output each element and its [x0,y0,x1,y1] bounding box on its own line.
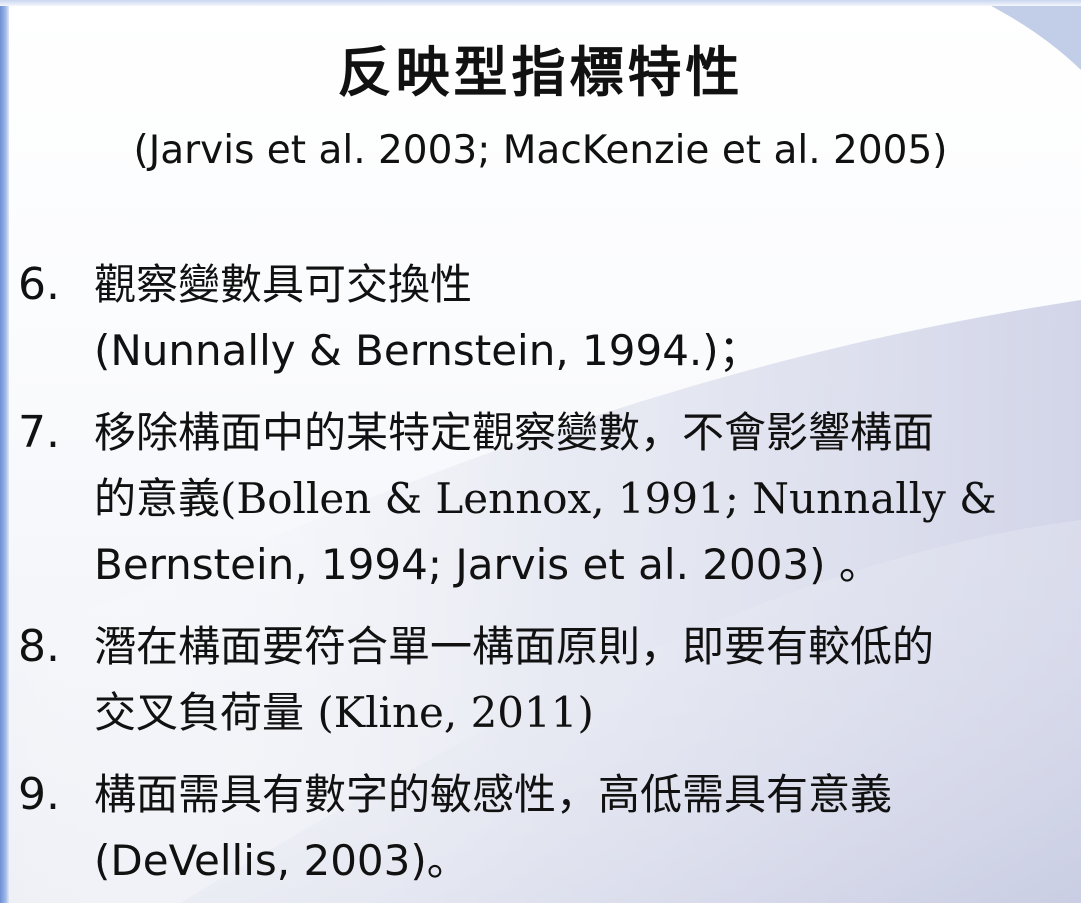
slide-title: 反映型指標特性 [337,40,744,104]
item-text-line: Bernstein, 1994; Jarvis et al. 2003) 。 [94,540,881,589]
item-text-line: 潛在構面要符合單一構面原則，即要有較低的 [94,622,935,671]
top-accent-bar [0,0,1081,6]
item-text-line: 交叉負荷量 (Kline, 2011) [94,688,594,737]
item-text-line: 的意義(Bollen & Lennox, 1991; Nunnally & [94,474,997,523]
item-number: 6. [18,259,60,310]
item-number: 9. [18,769,60,820]
item-text-line: 觀察變數具可交換性 [94,260,473,309]
slide-subtitle: (Jarvis et al. 2003; MacKenzie et al. 20… [133,128,948,173]
item-number: 7. [18,407,60,458]
item-text-line: (Nunnally & Bernstein, 1994.)； [94,326,761,375]
item-text-line: 構面需具有數字的敏感性，高低需具有意義 [94,770,893,819]
slide: 反映型指標特性 (Jarvis et al. 2003; MacKenzie e… [0,0,1081,903]
item-text-line: (DeVellis, 2003)。 [94,836,469,885]
item-text-line: 移除構面中的某特定觀察變數，不會影響構面 [94,408,935,457]
item-number: 8. [18,621,60,672]
